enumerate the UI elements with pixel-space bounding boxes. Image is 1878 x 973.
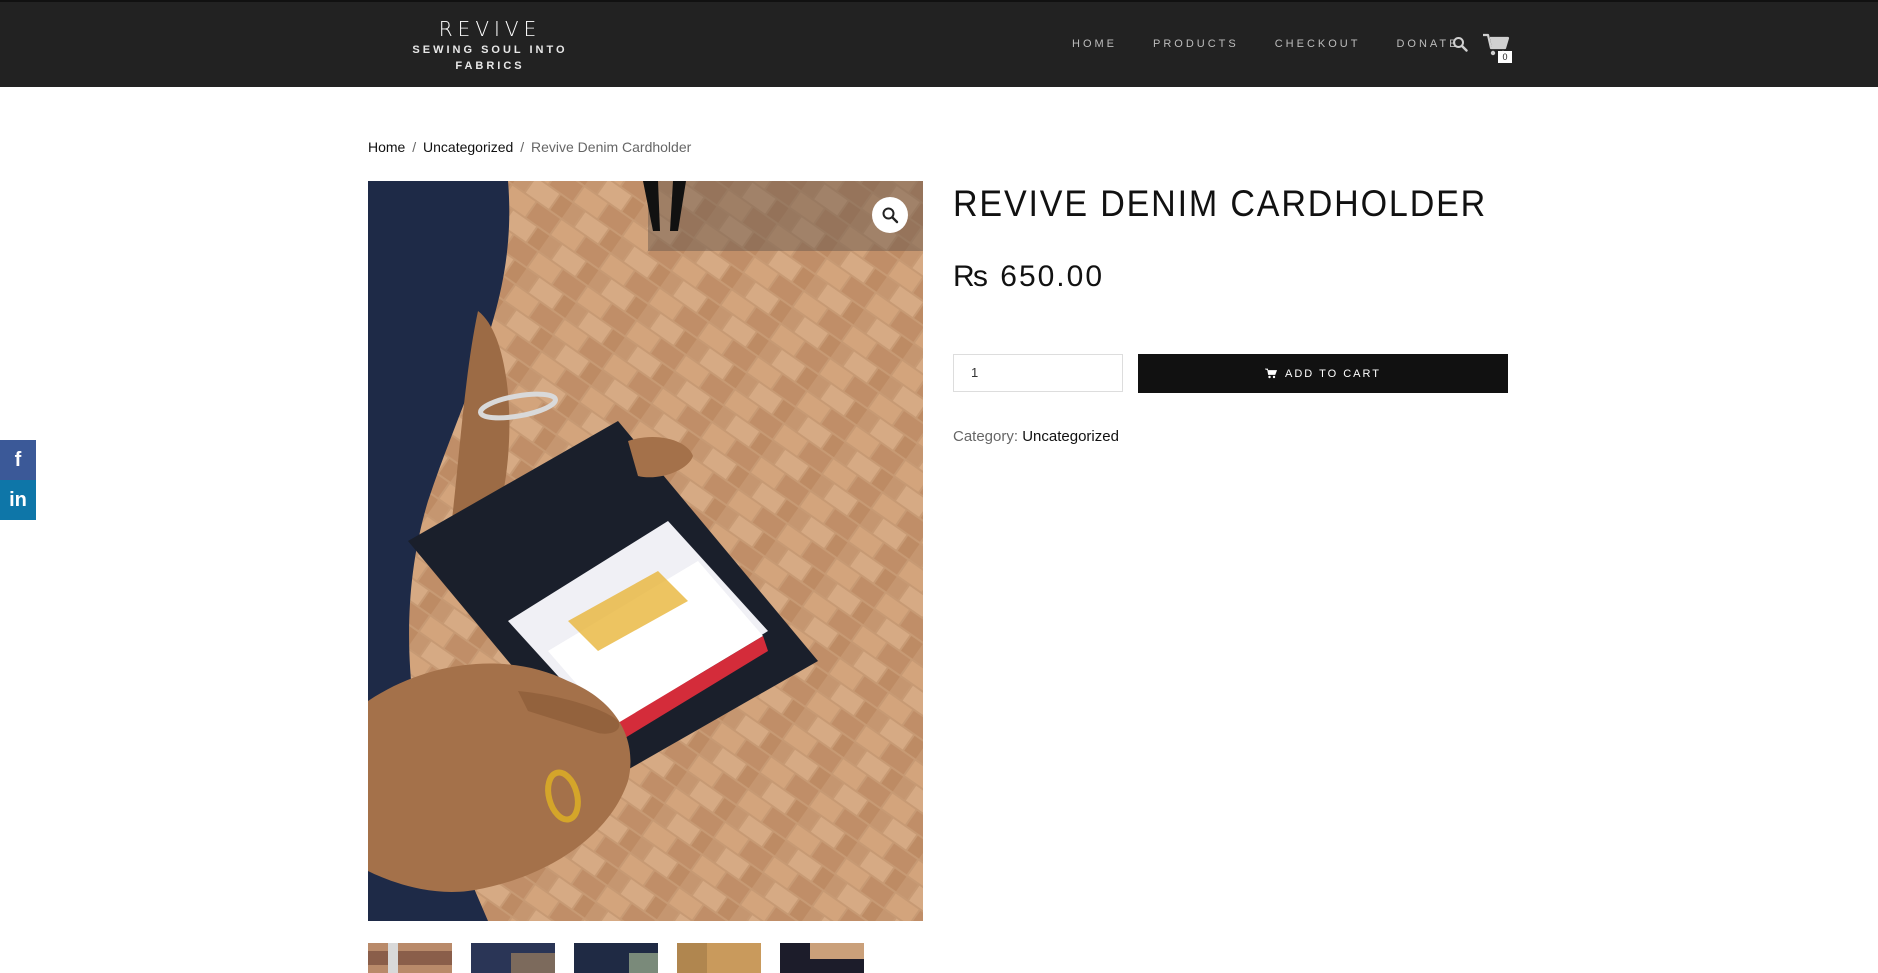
thumbnail-image [677, 943, 761, 973]
breadcrumb-separator: / [412, 139, 417, 155]
product-main-image[interactable] [368, 181, 923, 921]
product-category: Category: Uncategorized [953, 428, 1119, 445]
breadcrumb-category[interactable]: Uncategorized [423, 139, 513, 155]
product-photo [368, 181, 923, 921]
site-title[interactable]: REVIVE [410, 16, 570, 42]
thumbnail-image [368, 943, 452, 973]
thumbnail-image [574, 943, 658, 973]
thumbnail-1[interactable] [368, 943, 452, 973]
add-to-cart-button[interactable]: ADD TO CART [1138, 354, 1508, 393]
cart-count-badge[interactable]: 0 [1498, 51, 1512, 63]
linkedin-icon: in [9, 488, 27, 511]
thumbnail-4[interactable] [677, 943, 761, 973]
product-title: REVIVE DENIM CARDHOLDER [953, 183, 1488, 224]
facebook-share-button[interactable]: f [0, 440, 36, 480]
cart-icon [1265, 368, 1278, 379]
category-label: Category: [953, 428, 1019, 445]
social-share-bar: f in [0, 440, 36, 520]
search-icon[interactable] [1452, 36, 1468, 52]
breadcrumb: Home / Uncategorized / Revive Denim Card… [368, 139, 691, 155]
thumbnail-image [471, 943, 555, 973]
site-header: REVIVE SEWING SOUL INTO FABRICS HOME PRO… [0, 0, 1878, 87]
nav-products[interactable]: PRODUCTS [1153, 38, 1239, 50]
site-brand[interactable]: REVIVE SEWING SOUL INTO FABRICS [410, 16, 570, 74]
magnifier-icon [882, 207, 899, 224]
main-nav: HOME PRODUCTS CHECKOUT DONATE [1072, 38, 1496, 50]
breadcrumb-separator: / [520, 139, 525, 155]
nav-donate[interactable]: DONATE [1396, 38, 1459, 50]
product-thumbnails [368, 943, 864, 973]
nav-checkout[interactable]: CHECKOUT [1275, 38, 1361, 50]
thumbnail-3[interactable] [574, 943, 658, 973]
breadcrumb-current: Revive Denim Cardholder [530, 139, 692, 155]
nav-home[interactable]: HOME [1072, 38, 1117, 50]
add-to-cart-label: ADD TO CART [1285, 367, 1381, 380]
linkedin-share-button[interactable]: in [0, 480, 36, 520]
product-price: ₨ 650.00 [953, 260, 1105, 293]
breadcrumb-home[interactable]: Home [368, 139, 405, 155]
category-link[interactable]: Uncategorized [1022, 428, 1119, 445]
thumbnail-5[interactable] [780, 943, 864, 973]
facebook-icon: f [14, 448, 22, 471]
thumbnail-image [780, 943, 864, 973]
quantity-input[interactable]: 1 [953, 354, 1123, 392]
site-tagline-line1: SEWING SOUL INTO [412, 44, 568, 56]
site-tagline-line2: FABRICS [455, 60, 525, 72]
zoom-button[interactable] [872, 197, 908, 233]
thumbnail-2[interactable] [471, 943, 555, 973]
